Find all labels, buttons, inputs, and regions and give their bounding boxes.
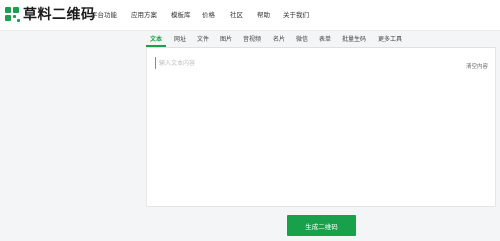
tab-image[interactable]: 图片 (220, 34, 232, 43)
clear-content-button[interactable]: 清空内容 (466, 62, 488, 70)
logo-text: 草料二维码 (23, 7, 96, 23)
nav-item-solutions[interactable]: 应用方案 (131, 9, 157, 19)
tab-url[interactable]: 网址 (174, 34, 186, 43)
text-content-input[interactable] (155, 57, 449, 69)
tab-batch-generate[interactable]: 批量生码 (342, 34, 366, 43)
nav-item-pricing[interactable]: 价格 (202, 9, 215, 19)
text-editor-panel: 清空内容 (146, 47, 496, 207)
tab-wechat[interactable]: 微信 (296, 34, 308, 43)
tab-file[interactable]: 文件 (197, 34, 209, 43)
nav-item-about[interactable]: 关于我们 (283, 9, 309, 19)
top-navbar: 草料二维码 平台功能 应用方案 模板库 价格 社区 帮助 关于我们 (0, 0, 500, 31)
nav-item-platform[interactable]: 平台功能 (91, 9, 117, 19)
tab-more-tools[interactable]: 更多工具 (378, 34, 402, 43)
tab-business-card[interactable]: 名片 (273, 34, 285, 43)
tab-audio-video[interactable]: 音视频 (243, 34, 261, 43)
nav-item-templates[interactable]: 模板库 (171, 9, 191, 19)
tab-text[interactable]: 文本 (150, 34, 162, 43)
logo[interactable]: 草料二维码 (5, 6, 96, 23)
qr-type-tabs: 文本 网址 文件 图片 音视频 名片 微信 表单 批量生码 更多工具 (0, 31, 500, 47)
qr-logo-icon (5, 6, 20, 22)
nav-item-help[interactable]: 帮助 (257, 9, 270, 19)
generate-qr-button[interactable]: 生成二维码 (287, 215, 356, 236)
tab-form[interactable]: 表单 (319, 34, 331, 43)
nav-item-community[interactable]: 社区 (230, 9, 243, 19)
